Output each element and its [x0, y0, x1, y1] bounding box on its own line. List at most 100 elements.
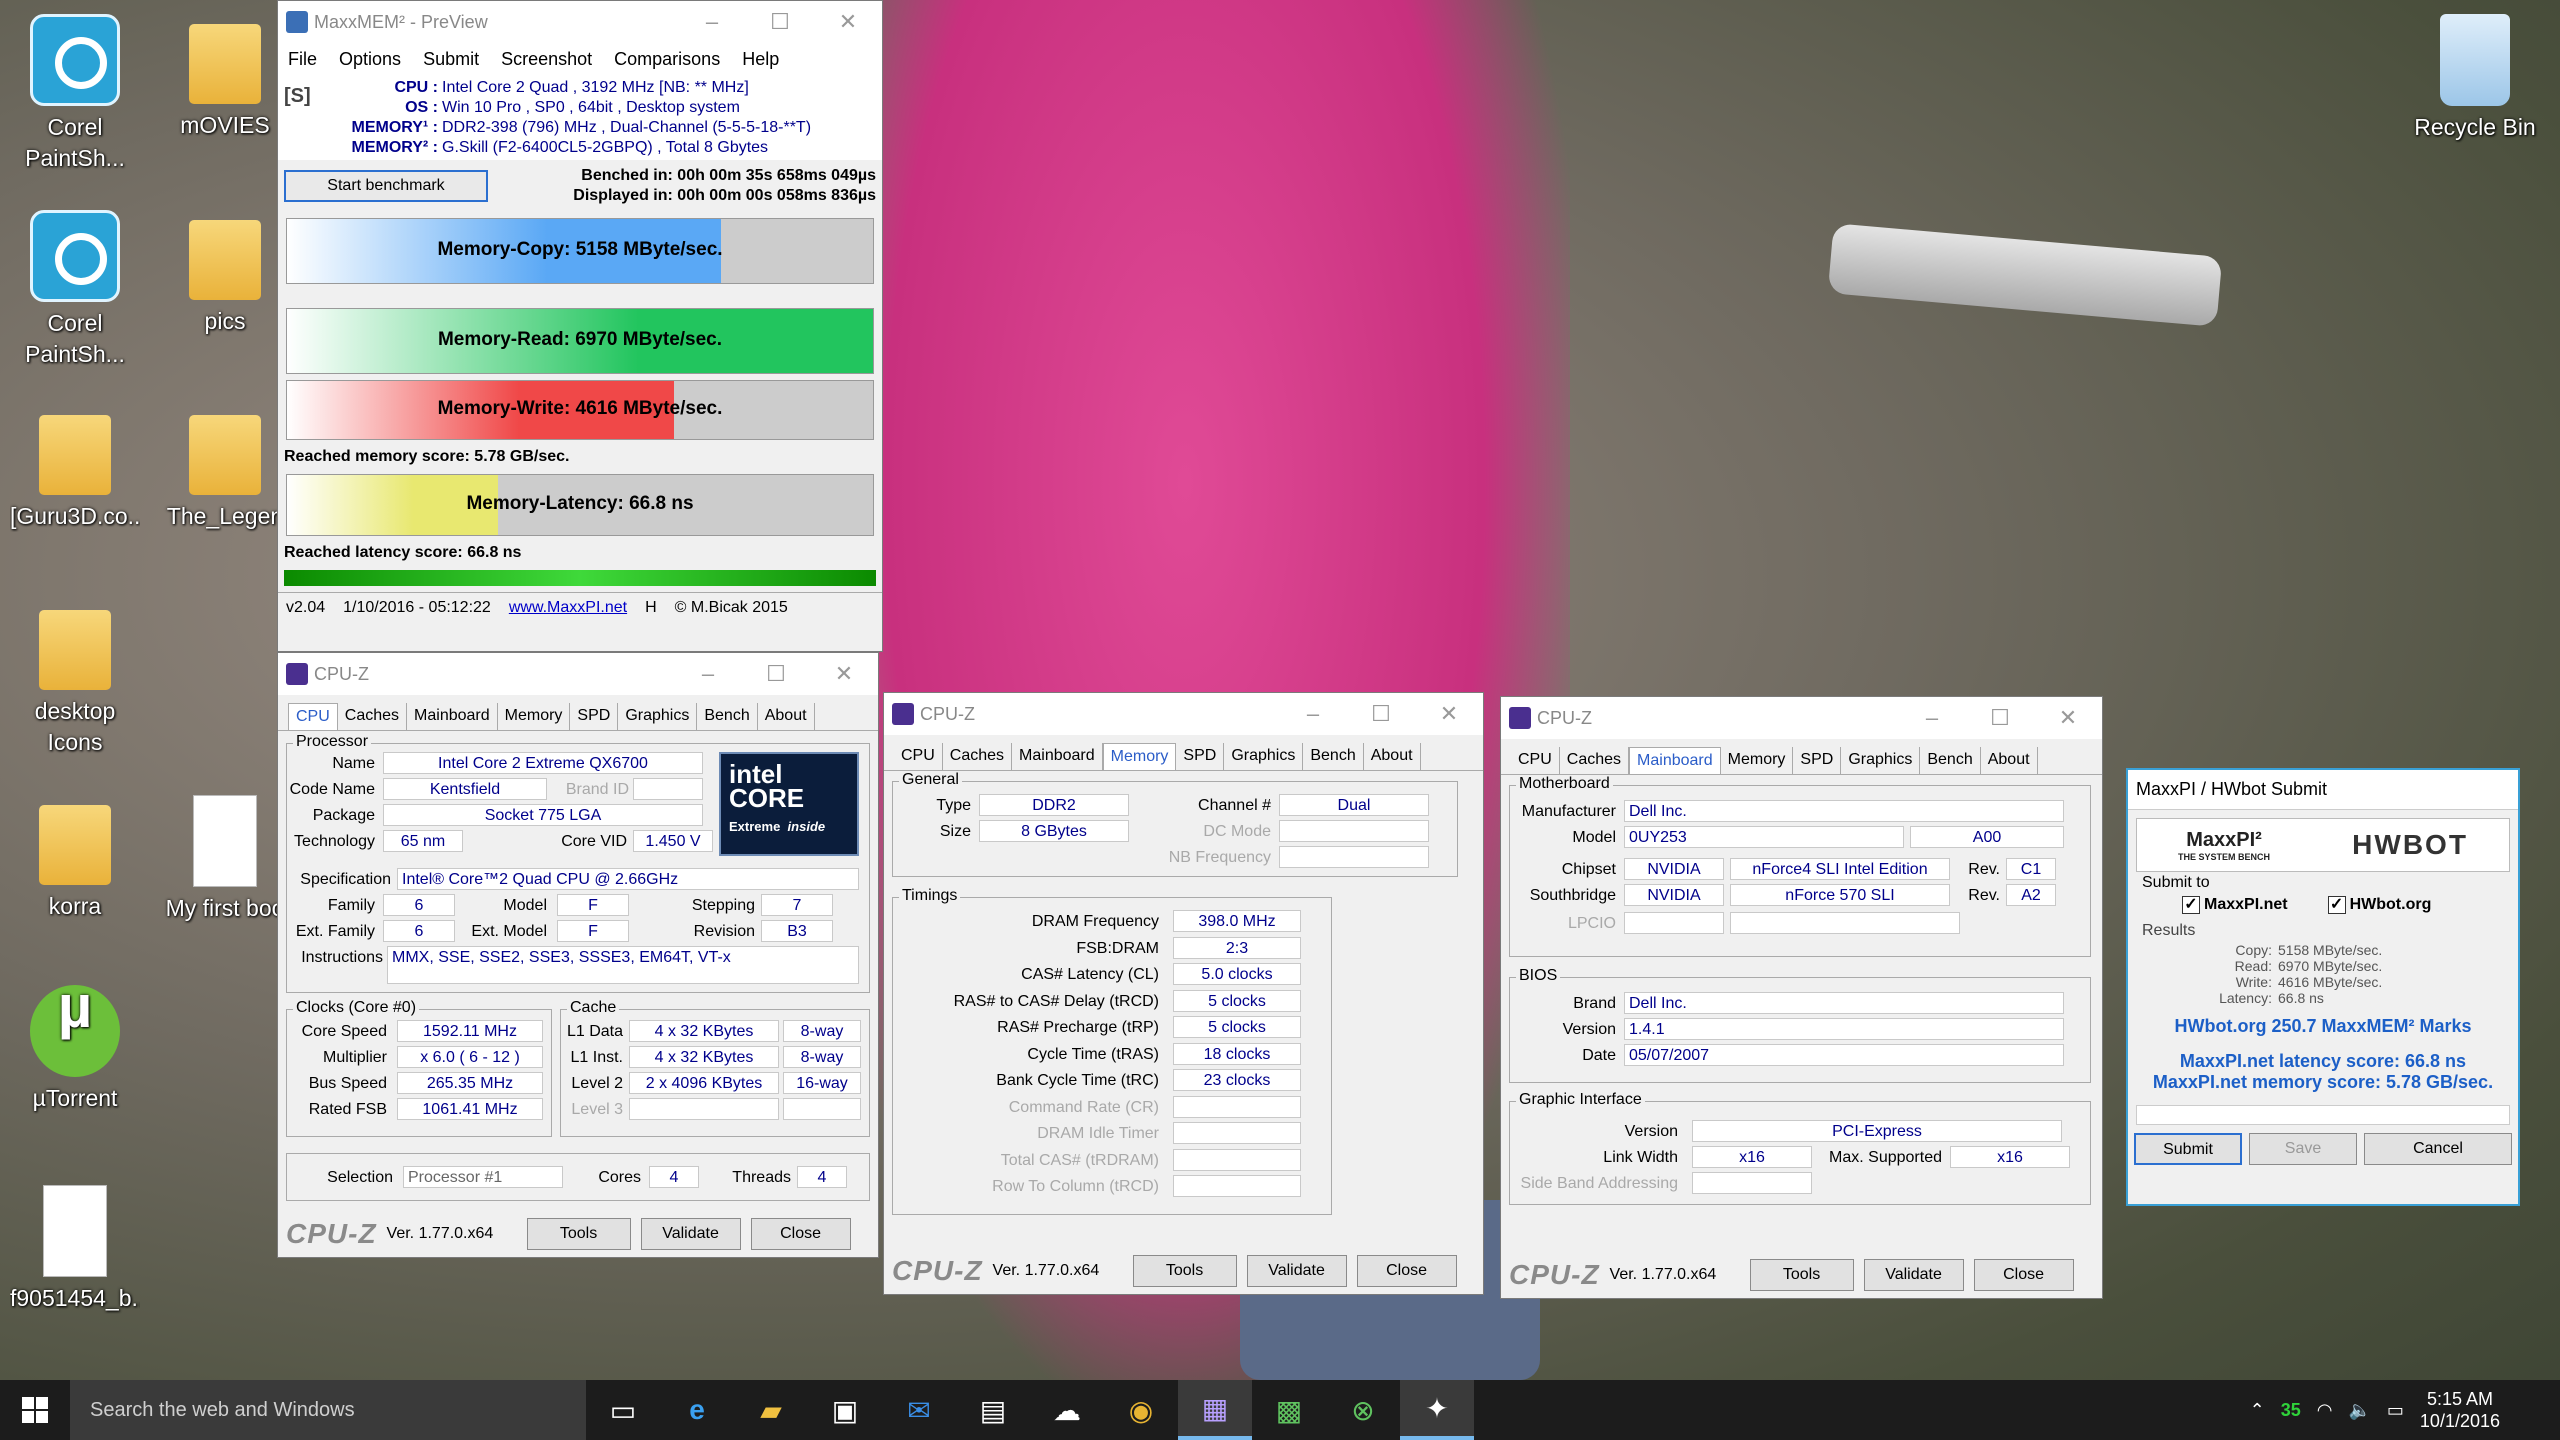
tools-button[interactable]: Tools [1749, 1259, 1854, 1291]
desktop-icon-f9051454[interactable]: f9051454_b... [10, 1185, 140, 1314]
desktop-icon-legend[interactable]: The_Legen [160, 405, 290, 532]
start-button[interactable] [0, 1380, 70, 1440]
submit-button[interactable]: Submit [2134, 1133, 2242, 1165]
tools-button[interactable]: Tools [1132, 1255, 1237, 1287]
desktop-icon-guru3d[interactable]: [Guru3D.co... [10, 405, 140, 532]
timing-value: 5 clocks [1173, 989, 1301, 1012]
menu-screenshot[interactable]: Screenshot [501, 49, 592, 70]
tab-cpu[interactable]: CPU [1511, 747, 1560, 774]
tray-badge[interactable]: 35 [2281, 1400, 2301, 1421]
clock[interactable]: 5:15 AM 10/1/2016 [2420, 1388, 2500, 1432]
tab-mainboard[interactable]: Mainboard [1629, 747, 1721, 774]
maximize-icon[interactable]: ☐ [1347, 701, 1415, 727]
menu-submit[interactable]: Submit [423, 49, 479, 70]
start-benchmark-button[interactable]: Start benchmark [284, 170, 488, 202]
tab-caches[interactable]: Caches [943, 743, 1013, 770]
tab-spd[interactable]: SPD [1793, 747, 1842, 774]
tab-bench[interactable]: Bench [1920, 747, 1981, 774]
menu-comparisons[interactable]: Comparisons [614, 49, 720, 70]
maxxmem-taskbar-icon[interactable]: ✦ [1400, 1380, 1474, 1440]
close-icon[interactable]: ✕ [814, 9, 882, 35]
displayed-time: Displayed in: 00h 00m 00s 058ms 836µs [573, 187, 876, 204]
tab-memory[interactable]: Memory [498, 703, 571, 730]
minimize-icon[interactable]: – [674, 661, 742, 687]
file-explorer-icon[interactable]: ▰ [734, 1380, 808, 1440]
menu-options[interactable]: Options [339, 49, 401, 70]
desktop-icon-korra[interactable]: korra [10, 795, 140, 922]
maxxpi-taskbar-icon[interactable]: ☁ [1030, 1380, 1104, 1440]
task-view-icon[interactable]: ▭ [586, 1380, 660, 1440]
validate-button[interactable]: Validate [1863, 1259, 1964, 1291]
close-button[interactable]: Close [750, 1218, 851, 1250]
tab-graphics[interactable]: Graphics [618, 703, 698, 730]
close-icon[interactable]: ✕ [1415, 701, 1483, 727]
save-button[interactable]: Save [2249, 1133, 2357, 1165]
volume-icon[interactable]: 🔈 [2348, 1400, 2370, 1421]
tab-bench[interactable]: Bench [697, 703, 758, 730]
tab-about[interactable]: About [758, 703, 815, 730]
tools-button[interactable]: Tools [526, 1218, 631, 1250]
chrome-icon[interactable]: ◉ [1104, 1380, 1178, 1440]
tab-about[interactable]: About [1364, 743, 1421, 770]
tab-about[interactable]: About [1981, 747, 2038, 774]
app-icon[interactable]: ▤ [956, 1380, 1030, 1440]
cpuz-titlebar[interactable]: CPU-Z – ☐ ✕ [278, 653, 878, 695]
tab-mainboard[interactable]: Mainboard [1012, 743, 1103, 770]
desktop-icon-corel-1[interactable]: Corel PaintSh... [10, 14, 140, 174]
cpuz-titlebar[interactable]: CPU-Z – ☐ ✕ [1501, 697, 2102, 739]
tab-memory[interactable]: Memory [1721, 747, 1794, 774]
desktop-icon-utorrent[interactable]: µTorrent [10, 985, 140, 1114]
desktop-icon-recycle-bin[interactable]: Recycle Bin [2410, 14, 2540, 143]
search-box[interactable]: Search the web and Windows [70, 1380, 586, 1440]
chevron-up-icon[interactable]: ⌃ [2250, 1400, 2265, 1421]
gpu-icon[interactable]: ▩ [1252, 1380, 1326, 1440]
cpuz-taskbar-icon[interactable]: ▦ [1178, 1380, 1252, 1440]
maxxmem-titlebar[interactable]: MaxxMEM² - PreView – ☐ ✕ [278, 1, 882, 43]
memory-read-label: Memory-Read: 6970 MByte/sec. [437, 329, 723, 350]
menu-file[interactable]: File [288, 49, 317, 70]
desktop-icon-desktop-icons[interactable]: desktop Icons [10, 600, 140, 758]
validate-button[interactable]: Validate [640, 1218, 741, 1250]
wifi-icon[interactable]: ◠ [2317, 1400, 2333, 1421]
xbox-icon[interactable]: ⊗ [1326, 1380, 1400, 1440]
close-icon[interactable]: ✕ [2034, 705, 2102, 731]
threads: 4 [797, 1166, 847, 1188]
cancel-button[interactable]: Cancel [2364, 1133, 2512, 1165]
outlook-icon[interactable]: ✉ [882, 1380, 956, 1440]
maximize-icon[interactable]: ☐ [1966, 705, 2034, 731]
tab-caches[interactable]: Caches [1560, 747, 1630, 774]
store-icon[interactable]: ▣ [808, 1380, 882, 1440]
desktop-icon-movies[interactable]: mOVIES [160, 14, 290, 141]
desktop-icon-my-first-book[interactable]: My first boo [160, 795, 290, 924]
notifications-icon[interactable]: ▭ [2387, 1400, 2404, 1421]
desktop-icon-corel-2[interactable]: Corel PaintSh... [10, 210, 140, 370]
tab-cpu[interactable]: CPU [894, 743, 943, 770]
tab-spd[interactable]: SPD [570, 703, 619, 730]
tab-memory[interactable]: Memory [1102, 743, 1177, 770]
hwbot-org-checkbox[interactable]: ✓ HWbot.org [2327, 896, 2431, 914]
processor-select[interactable]: Processor #1 [403, 1166, 563, 1188]
close-icon[interactable]: ✕ [810, 661, 878, 687]
tab-mainboard[interactable]: Mainboard [407, 703, 498, 730]
tab-graphics[interactable]: Graphics [1841, 747, 1921, 774]
menu-help[interactable]: Help [742, 49, 779, 70]
close-button[interactable]: Close [1973, 1259, 2074, 1291]
validate-button[interactable]: Validate [1246, 1255, 1347, 1287]
maximize-icon[interactable]: ☐ [746, 9, 814, 35]
minimize-icon[interactable]: – [1898, 705, 1966, 731]
maximize-icon[interactable]: ☐ [742, 661, 810, 687]
tab-graphics[interactable]: Graphics [1224, 743, 1304, 770]
tab-spd[interactable]: SPD [1176, 743, 1225, 770]
maxxpi-link[interactable]: www.MaxxPI.net [509, 599, 627, 617]
dialog-title[interactable]: MaxxPI / HWbot Submit [2128, 770, 2518, 810]
tab-cpu[interactable]: CPU [288, 703, 338, 730]
close-button[interactable]: Close [1356, 1255, 1457, 1287]
desktop-icon-pics[interactable]: pics [160, 210, 290, 337]
minimize-icon[interactable]: – [1279, 701, 1347, 727]
minimize-icon[interactable]: – [678, 9, 746, 35]
maxxpi-net-checkbox[interactable]: ✓ MaxxPI.net [2182, 896, 2288, 914]
tab-caches[interactable]: Caches [338, 703, 408, 730]
tab-bench[interactable]: Bench [1303, 743, 1364, 770]
edge-icon[interactable]: e [660, 1380, 734, 1440]
cpuz-titlebar[interactable]: CPU-Z – ☐ ✕ [884, 693, 1483, 735]
